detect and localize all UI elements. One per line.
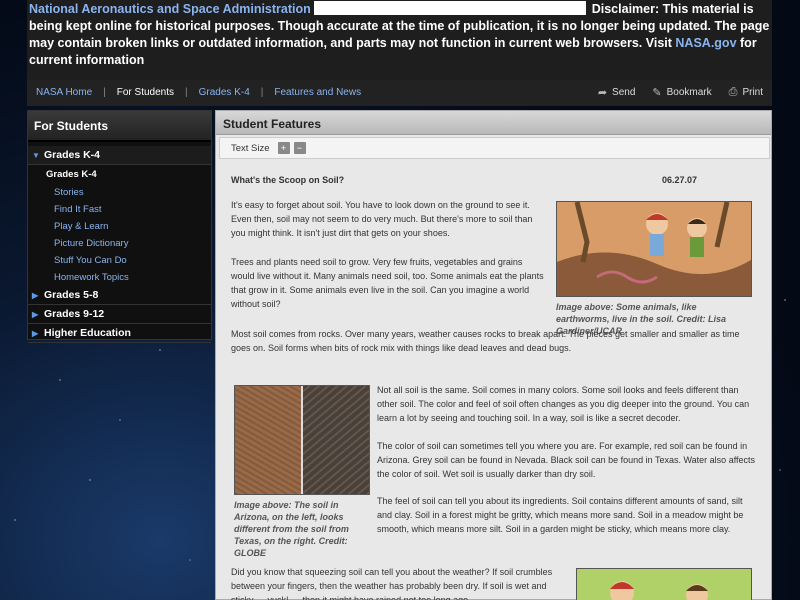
- disclaimer-banner: National Aeronautics and Space Administr…: [27, 0, 772, 80]
- sidebar-section-grades-5-8[interactable]: ▶ Grades 5-8: [28, 286, 211, 305]
- earthworm-kids-illustration: [556, 201, 752, 297]
- text-size-bar: Text Size + −: [219, 137, 770, 159]
- nav-separator: |: [260, 87, 264, 98]
- sidebar-subtitle[interactable]: Grades K-4: [28, 165, 211, 184]
- send-icon: ➦: [597, 87, 608, 99]
- nasa-gov-link[interactable]: NASA.gov: [675, 36, 736, 50]
- decrease-text-button[interactable]: −: [293, 142, 306, 154]
- sidebar-item-stories[interactable]: Stories: [28, 184, 211, 201]
- send-button[interactable]: ➦ Send: [598, 86, 636, 99]
- main-content: Student Features Text Size + − What's th…: [215, 110, 772, 600]
- print-label: Print: [742, 87, 763, 98]
- collapsed-triangle-icon: ▶: [32, 309, 39, 319]
- section-label: Higher Education: [44, 327, 131, 339]
- section-label: Grades K-4: [44, 149, 101, 161]
- sidebar-section-higher-education[interactable]: ▶ Higher Education: [28, 324, 211, 343]
- article: What's the Scoop on Soil? 06.27.07 It's …: [219, 163, 770, 600]
- sidebar-item-stuff-you-can-do[interactable]: Stuff You Can Do: [28, 252, 211, 269]
- article-paragraph: It's easy to forget about soil. You have…: [231, 200, 533, 238]
- collapsed-triangle-icon: ▶: [32, 290, 39, 300]
- image-caption: Image above: The soil in Arizona, on the…: [234, 500, 349, 558]
- print-icon: ⎙: [728, 86, 738, 98]
- nav-grades-k4[interactable]: Grades K-4: [199, 87, 250, 98]
- section-label: Grades 9-12: [44, 308, 105, 320]
- nav-for-students[interactable]: For Students: [117, 87, 174, 98]
- article-title: What's the Scoop on Soil?: [231, 175, 345, 185]
- sidebar: For Students ▼ Grades K-4 Grades K-4 Stor…: [27, 110, 212, 343]
- soil-comparison-photo: [234, 385, 370, 495]
- nav-features-news[interactable]: Features and News: [274, 87, 361, 98]
- main-header: Student Features: [216, 111, 771, 135]
- sidebar-section-grades-k4[interactable]: ▼ Grades K-4: [28, 146, 211, 165]
- section-label: Grades 5-8: [44, 289, 99, 301]
- send-label: Send: [612, 87, 636, 98]
- sidebar-item-picture-dictionary[interactable]: Picture Dictionary: [28, 235, 211, 252]
- header-strip: [314, 1, 587, 15]
- sidebar-item-homework-topics[interactable]: Homework Topics: [28, 269, 211, 286]
- article-paragraph: Not all soil is the same. Soil comes in …: [377, 385, 750, 423]
- article-paragraph: The color of soil can sometimes tell you…: [377, 441, 756, 479]
- nav-nasa-home[interactable]: NASA Home: [36, 87, 92, 98]
- collapsed-triangle-icon: ▶: [32, 328, 39, 338]
- sidebar-section-grades-9-12[interactable]: ▶ Grades 9-12: [28, 305, 211, 324]
- expanded-triangle-icon: ▼: [32, 150, 40, 160]
- article-date: 06.27.07: [662, 175, 698, 185]
- squeezing-soil-illustration: [576, 568, 752, 600]
- sidebar-title: For Students: [28, 111, 211, 142]
- print-button[interactable]: ⎙ Print: [729, 86, 763, 99]
- article-paragraph: Did you know that squeezing soil can tel…: [231, 567, 553, 600]
- article-paragraph: Most soil comes from rocks. Over many ye…: [231, 329, 740, 353]
- sidebar-item-play-learn[interactable]: Play & Learn: [28, 218, 211, 235]
- text-size-label: Text Size: [231, 142, 270, 154]
- bookmark-button[interactable]: ✎ Bookmark: [652, 86, 711, 99]
- nav-separator: |: [103, 87, 106, 98]
- sidebar-item-find-it-fast[interactable]: Find It Fast: [28, 201, 211, 218]
- nasa-org-name: National Aeronautics and Space Administr…: [29, 2, 311, 16]
- top-nav: NASA Home | For Students | Grades K-4 | …: [27, 80, 772, 106]
- bookmark-icon: ✎: [652, 87, 662, 99]
- article-paragraph: Trees and plants need soil to grow. Very…: [231, 257, 544, 309]
- article-paragraph: The feel of soil can tell you about its …: [377, 496, 744, 534]
- bookmark-label: Bookmark: [666, 87, 712, 98]
- increase-text-button[interactable]: +: [277, 142, 290, 154]
- nav-separator: |: [185, 87, 188, 98]
